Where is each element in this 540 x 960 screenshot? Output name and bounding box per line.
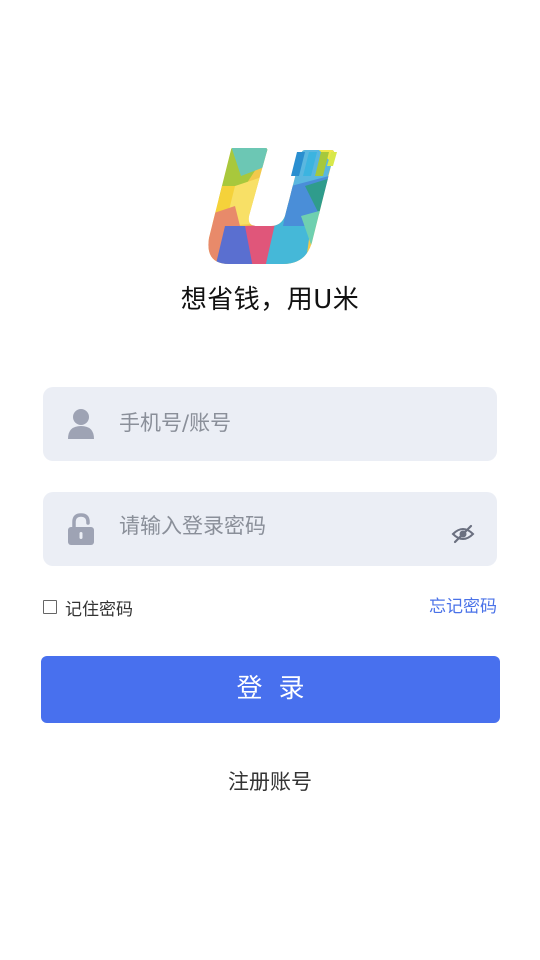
password-input[interactable]	[119, 504, 449, 548]
u-mi-logo	[208, 148, 337, 264]
login-button[interactable]: 登录	[41, 656, 500, 723]
forgot-password-link[interactable]: 忘记密码	[429, 594, 497, 620]
account-input[interactable]	[119, 401, 449, 445]
eye-off-icon[interactable]	[451, 522, 475, 546]
slogan: 想省钱，用U米	[180, 285, 360, 315]
user-icon	[68, 409, 94, 439]
login-options: 记住密码 忘记密码	[43, 594, 497, 620]
unlock-icon	[68, 513, 94, 545]
password-field[interactable]	[43, 492, 497, 566]
remember-password[interactable]: 记住密码	[43, 594, 133, 620]
account-field[interactable]	[43, 387, 497, 461]
remember-checkbox[interactable]	[43, 600, 57, 614]
register-link[interactable]: 注册账号	[0, 766, 540, 798]
remember-label: 记住密码	[65, 599, 133, 620]
